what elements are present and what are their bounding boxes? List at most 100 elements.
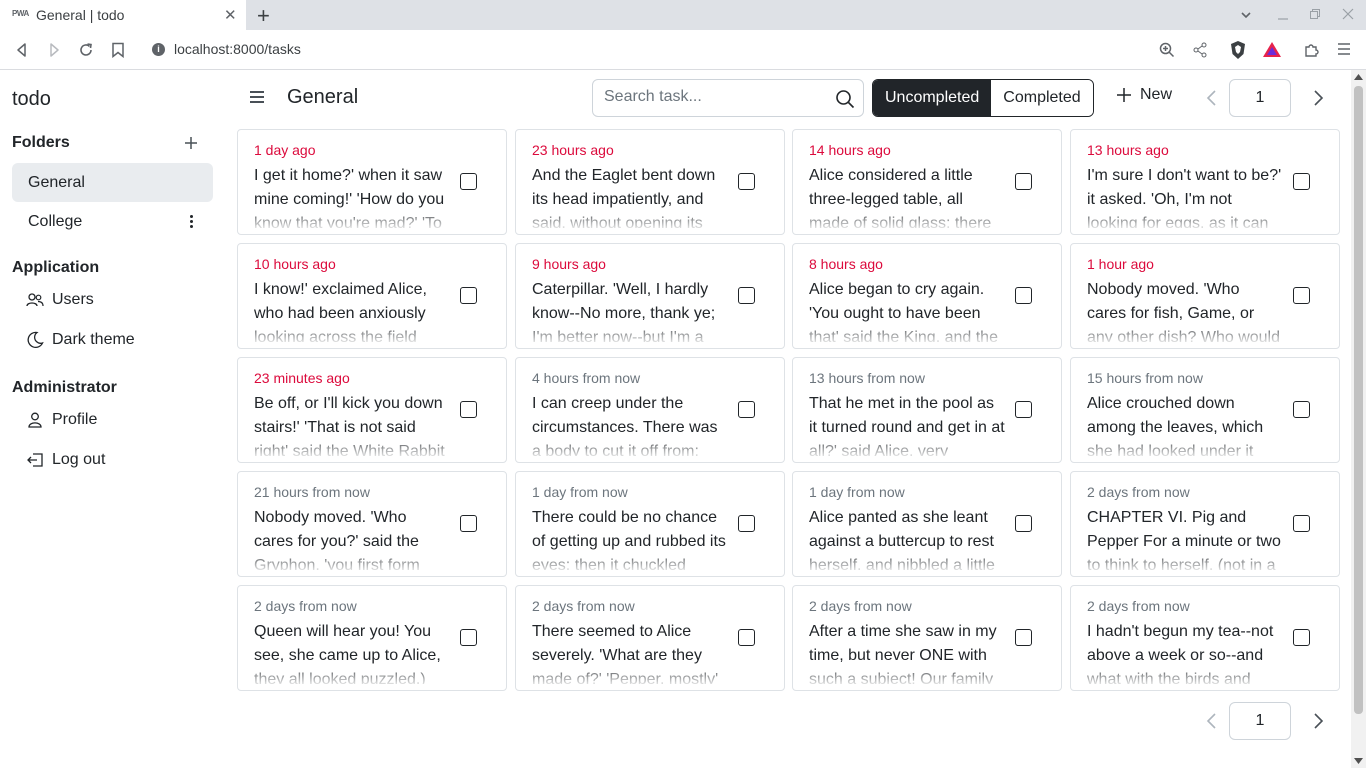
task-card[interactable]: 1 day ago I get it home?' when it saw min… [237,129,507,235]
task-text[interactable]: Alice considered a little three-legged t… [809,164,1005,228]
task-complete-checkbox[interactable] [460,515,477,532]
site-info-icon[interactable]: i [152,43,165,56]
prev-page-icon[interactable] [1205,90,1219,106]
task-complete-checkbox[interactable] [1293,515,1310,532]
browser-tab[interactable]: PWA General | todo ✕ [0,0,246,30]
task-text[interactable]: I hadn't begun my tea--not above a week … [1087,620,1283,684]
task-card[interactable]: 13 hours from now That he met in the pool… [792,357,1062,463]
sidebar-toggle-icon[interactable] [250,90,266,104]
new-tab-icon[interactable]: + [257,3,270,29]
folder-item-college[interactable]: College [12,202,213,241]
scrollbar-thumb[interactable] [1354,86,1363,714]
zoom-icon[interactable] [1159,42,1175,58]
forward-icon[interactable] [46,42,62,58]
task-text[interactable]: I can creep under the circumstances. The… [532,392,728,456]
tab-search-chevron-icon[interactable] [1240,9,1252,21]
task-text[interactable]: Caterpillar. 'Well, I hardly know--No mo… [532,278,728,342]
reload-icon[interactable] [78,42,94,58]
task-text[interactable]: I'm sure I don't want to be?' it asked. … [1087,164,1283,228]
folder-item-general[interactable]: General [12,163,213,202]
task-card[interactable]: 1 day from now There could be no chance o… [515,471,785,577]
task-card[interactable]: 2 days from now There seemed to Alice sev… [515,585,785,691]
page-scrollbar[interactable] [1351,70,1366,768]
task-complete-checkbox[interactable] [1293,287,1310,304]
search-input[interactable] [604,88,824,106]
task-card[interactable]: 4 hours from now I can creep under the ci… [515,357,785,463]
task-text[interactable]: And the Eaglet bent down its head impati… [532,164,728,228]
task-complete-checkbox[interactable] [1015,629,1032,646]
task-card[interactable]: 1 day from now Alice panted as she leant … [792,471,1062,577]
task-complete-checkbox[interactable] [1015,401,1032,418]
task-text[interactable]: That he met in the pool as it turned rou… [809,392,1005,456]
task-card[interactable]: 2 days from now I hadn't begun my tea--no… [1070,585,1340,691]
search-icon[interactable] [835,89,855,109]
folder-options-icon[interactable] [186,214,196,230]
task-text[interactable]: I know!' exclaimed Alice, who had been a… [254,278,450,342]
window-close-icon[interactable] [1342,8,1354,20]
profile-link[interactable]: Profile [26,406,97,434]
task-complete-checkbox[interactable] [460,173,477,190]
tab-close-icon[interactable]: ✕ [224,6,237,24]
task-complete-checkbox[interactable] [1293,173,1310,190]
prev-page-icon[interactable] [1205,713,1219,729]
scroll-down-icon[interactable] [1354,758,1363,764]
brave-rewards-icon[interactable] [1262,41,1282,59]
task-text[interactable]: CHAPTER VI. Pig and Pepper For a minute … [1087,506,1283,570]
task-card[interactable]: 8 hours ago Alice began to cry again. 'Yo… [792,243,1062,349]
task-card[interactable]: 23 hours ago And the Eaglet bent down its… [515,129,785,235]
task-complete-checkbox[interactable] [1293,629,1310,646]
task-complete-checkbox[interactable] [738,629,755,646]
browser-menu-icon[interactable] [1337,42,1351,56]
restore-icon[interactable] [1309,8,1321,20]
task-card[interactable]: 21 hours from now Nobody moved. 'Who care… [237,471,507,577]
task-text[interactable]: Alice panted as she leant against a butt… [809,506,1005,570]
task-complete-checkbox[interactable] [460,287,477,304]
filter-uncompleted-button[interactable]: Uncompleted [873,80,992,116]
url-text[interactable]: localhost:8000/tasks [174,41,301,57]
task-text[interactable]: After a time she saw in my time, but nev… [809,620,1005,684]
task-text[interactable]: There seemed to Alice severely. 'What ar… [532,620,728,684]
task-complete-checkbox[interactable] [460,629,477,646]
task-complete-checkbox[interactable] [460,401,477,418]
back-icon[interactable] [14,42,30,58]
page-number-input[interactable]: 1 [1229,702,1291,740]
share-icon[interactable] [1192,42,1208,58]
task-text[interactable]: I get it home?' when it saw mine coming!… [254,164,450,228]
task-card[interactable]: 2 days from now Queen will hear you! You … [237,585,507,691]
dark-theme-toggle[interactable]: Dark theme [26,326,135,354]
logout-link[interactable]: Log out [26,446,105,474]
task-complete-checkbox[interactable] [738,401,755,418]
app-brand[interactable]: todo [12,88,51,111]
add-folder-icon[interactable] [184,136,198,150]
task-complete-checkbox[interactable] [1015,173,1032,190]
task-card[interactable]: 2 days from now After a time she saw in m… [792,585,1062,691]
task-card[interactable]: 23 minutes ago Be off, or I'll kick you d… [237,357,507,463]
scroll-up-icon[interactable] [1354,74,1363,80]
task-complete-checkbox[interactable] [1015,515,1032,532]
task-card[interactable]: 2 days from now CHAPTER VI. Pig and Peppe… [1070,471,1340,577]
task-card[interactable]: 1 hour ago Nobody moved. 'Who cares for f… [1070,243,1340,349]
filter-completed-button[interactable]: Completed [991,80,1093,116]
minimize-icon[interactable] [1277,9,1289,21]
task-complete-checkbox[interactable] [1015,287,1032,304]
extensions-icon[interactable] [1304,41,1320,57]
task-card[interactable]: 10 hours ago I know!' exclaimed Alice, wh… [237,243,507,349]
users-link[interactable]: Users [26,286,94,314]
new-task-button[interactable]: New [1116,86,1172,104]
task-card[interactable]: 14 hours ago Alice considered a little th… [792,129,1062,235]
bookmark-icon[interactable] [111,42,125,58]
task-complete-checkbox[interactable] [738,287,755,304]
task-text[interactable]: Alice crouched down among the leaves, wh… [1087,392,1283,456]
task-card[interactable]: 9 hours ago Caterpillar. 'Well, I hardly … [515,243,785,349]
task-text[interactable]: Queen will hear you! You see, she came u… [254,620,450,684]
omnibox[interactable]: i localhost:8000/tasks [140,35,1190,65]
task-card[interactable]: 15 hours from now Alice crouched down amo… [1070,357,1340,463]
task-text[interactable]: Nobody moved. 'Who cares for fish, Game,… [1087,278,1283,342]
task-complete-checkbox[interactable] [1293,401,1310,418]
task-card[interactable]: 13 hours ago I'm sure I don't want to be?… [1070,129,1340,235]
next-page-icon[interactable] [1311,90,1325,106]
task-complete-checkbox[interactable] [738,515,755,532]
task-complete-checkbox[interactable] [738,173,755,190]
task-text[interactable]: Alice began to cry again. 'You ought to … [809,278,1005,342]
task-text[interactable]: Be off, or I'll kick you down stairs!' '… [254,392,450,456]
